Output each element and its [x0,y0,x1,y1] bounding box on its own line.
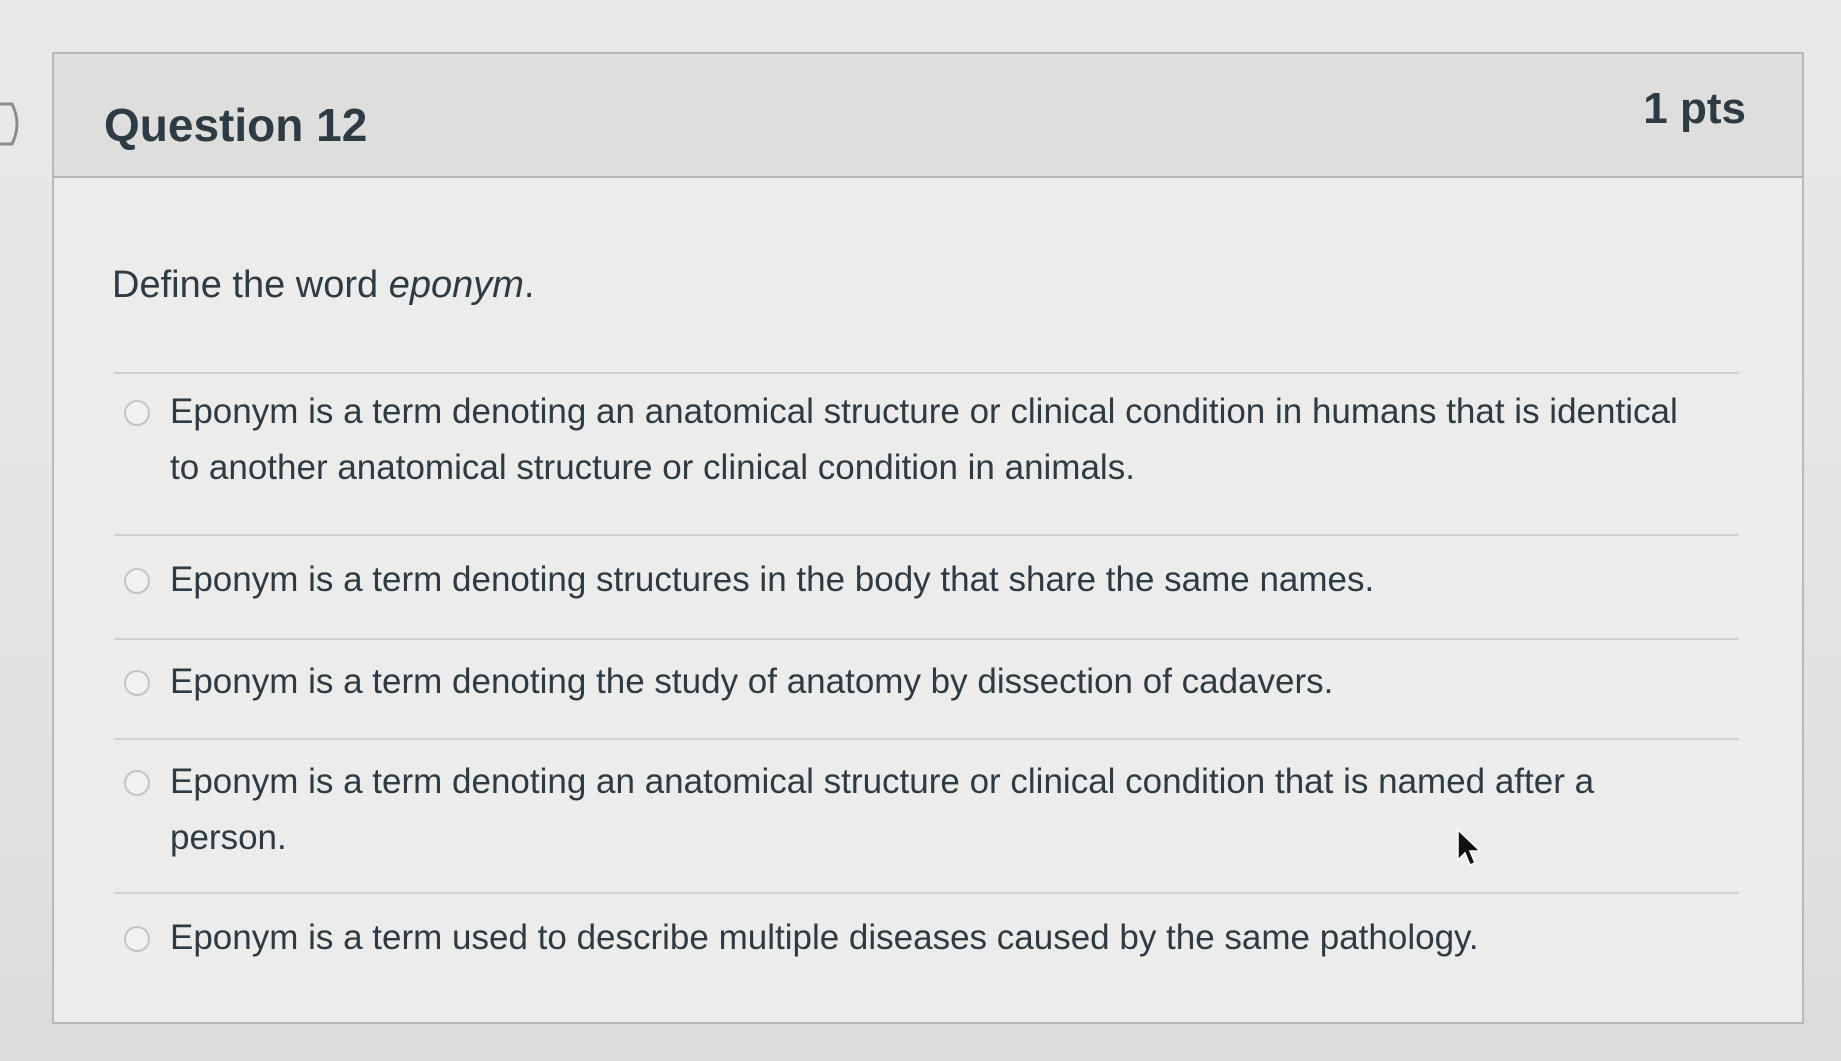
radio-unchecked-icon[interactable] [124,926,150,952]
question-title: Question 12 [104,99,368,151]
question-points: 1 pts [1643,84,1746,133]
answer-label: Eponym is a term denoting the study of a… [170,662,1334,701]
radio-unchecked-icon[interactable] [124,670,150,696]
chevron-right-icon[interactable] [0,100,26,148]
answer-divider [114,534,1739,536]
question-prompt: Define the word eponym. [112,264,534,307]
radio-unchecked-icon[interactable] [124,770,150,796]
answer-divider [114,892,1739,894]
answer-label: Eponym is a term denoting structures in … [170,560,1375,599]
quiz-page: Question 12 1 pts Define the word eponym… [0,0,1841,1061]
mouse-pointer-icon [1457,828,1482,866]
radio-unchecked-icon[interactable] [124,568,150,594]
answer-label: Eponym is a term denoting an anatomical … [170,392,1678,487]
question-header: Question 12 1 pts [54,54,1802,178]
answer-divider [114,638,1739,640]
answer-label: Eponym is a term used to describe multip… [170,918,1479,957]
question-prompt-prefix: Define the word [112,264,389,306]
answer-divider [114,738,1739,740]
answers-top-divider [114,372,1739,374]
question-card: Question 12 1 pts Define the word eponym… [52,52,1804,1024]
radio-unchecked-icon[interactable] [124,400,150,426]
question-prompt-term: eponym [388,264,524,306]
question-prompt-suffix: . [523,264,535,306]
